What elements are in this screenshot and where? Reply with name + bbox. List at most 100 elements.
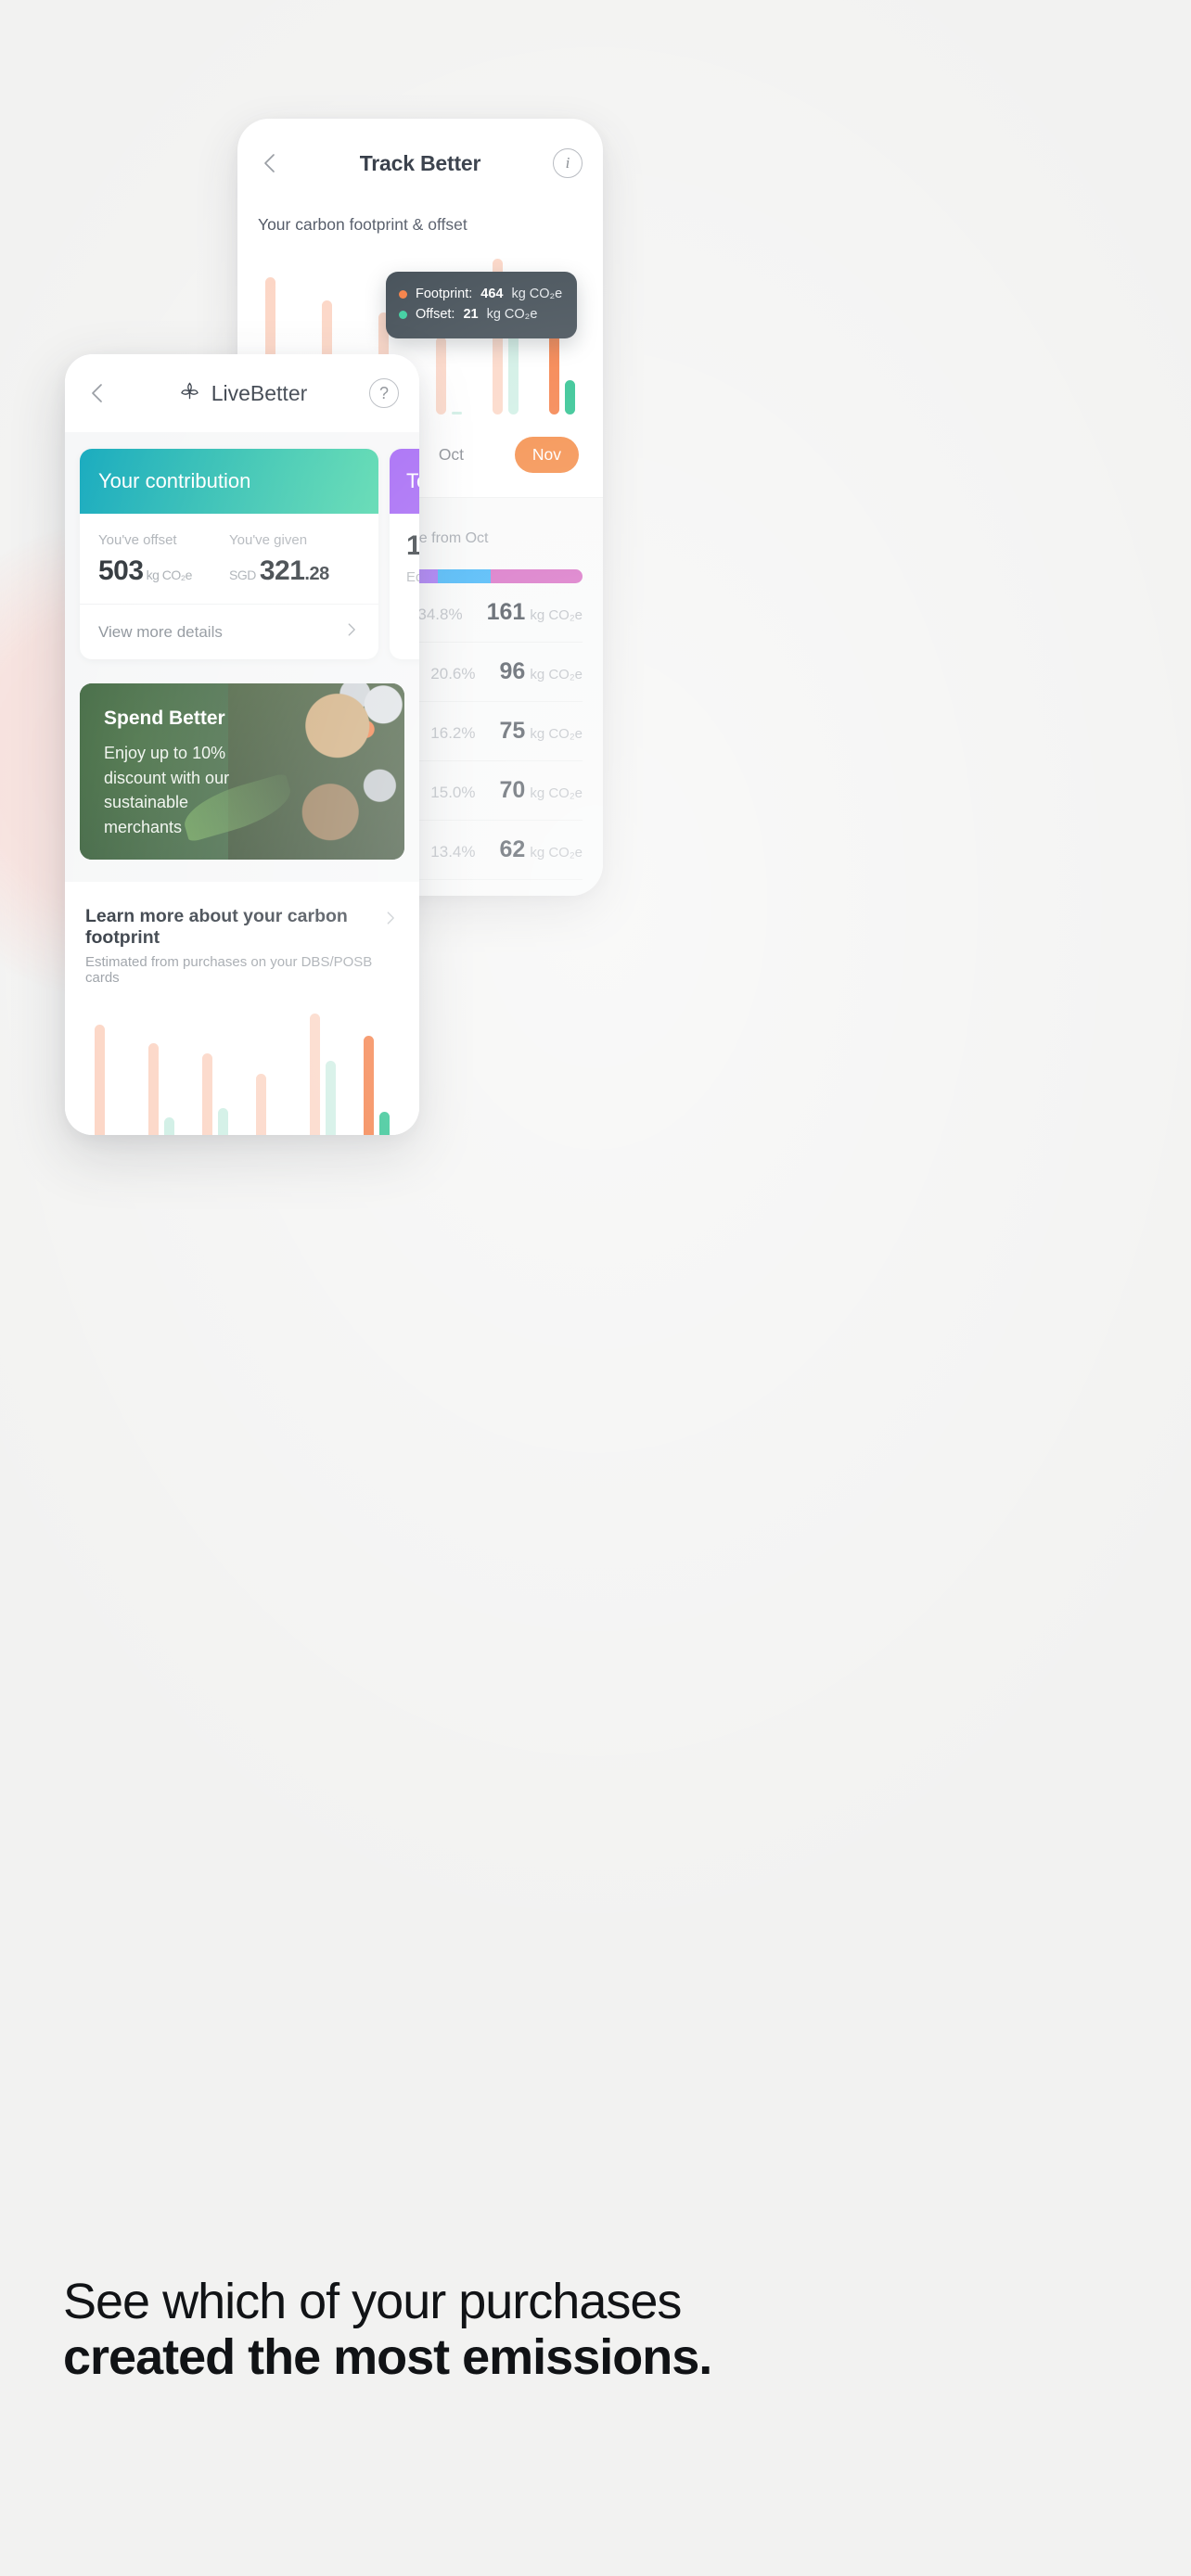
bar-footprint	[148, 1043, 159, 1135]
bar-footprint	[202, 1053, 212, 1135]
tooltip-footprint-unit: kg CO₂e	[511, 287, 563, 301]
bar-group[interactable]	[256, 1074, 282, 1135]
promo-body: Enjoy up to 10% discount with our sustai…	[104, 744, 230, 836]
bar-offset	[451, 412, 462, 414]
stat-offset: You've offset 503 kg CO₂e	[98, 532, 229, 587]
breakdown-percent: 20.6%	[430, 665, 476, 682]
breakdown-unit: kg CO₂e	[530, 607, 583, 623]
bar-footprint	[95, 1025, 105, 1135]
page-title: Track Better	[359, 150, 481, 175]
contribution-stats: You've offset 503 kg CO₂e You've given SG…	[80, 514, 378, 604]
live-better-header: LiveBetter ?	[65, 354, 419, 432]
breakdown-percent: 16.2%	[430, 724, 476, 742]
footprint-dot-icon	[399, 289, 407, 299]
tooltip-offset-row: Offset: 21 kg CO₂e	[399, 304, 562, 325]
tooltip-offset-unit: kg CO₂e	[486, 307, 538, 323]
total-card-sub: Eq	[406, 569, 419, 585]
breakdown-value: 62	[499, 836, 526, 862]
tooltip-footprint-row: Footprint: 464 kg CO₂e	[399, 284, 562, 304]
breakdown-value: 70	[499, 777, 526, 803]
promo-title: Spend Better	[104, 708, 225, 729]
leaf-sprout-icon	[177, 378, 202, 408]
bar-offset	[326, 1061, 336, 1135]
stat-given: You've given SGD 321.28	[229, 532, 360, 587]
chevron-right-icon	[382, 906, 399, 931]
bar-group[interactable]	[435, 337, 462, 414]
segment-4	[490, 569, 583, 583]
bar-footprint	[256, 1074, 266, 1135]
live-better-screen: LiveBetter ? Your contribution You've of…	[65, 354, 419, 1135]
bar-footprint	[310, 1014, 320, 1135]
breakdown-value: 161	[486, 599, 526, 625]
promo-text: Spend Better Enjoy up to 10% discount wi…	[80, 683, 270, 840]
chart-tooltip: Footprint: 464 kg CO₂e Offset: 21 kg CO₂…	[386, 272, 578, 338]
bar-group[interactable]	[202, 1053, 228, 1135]
breakdown-percent: 13.4%	[430, 843, 476, 861]
tooltip-offset-label: Offset:	[416, 307, 455, 323]
bar-group[interactable]	[148, 1043, 174, 1135]
chevron-left-icon[interactable]	[258, 151, 282, 175]
learn-more-row[interactable]: Learn more about your carbon footprint E…	[85, 906, 399, 986]
chart-bars	[85, 1014, 399, 1135]
total-card: To 1. Eq	[390, 449, 419, 659]
bar-offset	[218, 1108, 228, 1135]
summary-cards-row: Your contribution You've offset 503 kg CO…	[65, 432, 419, 659]
spend-better-promo-banner[interactable]: Spend Better Enjoy up to 10% discount wi…	[80, 683, 404, 860]
view-more-details-label: View more details	[98, 622, 223, 641]
stat-offset-label: You've offset	[98, 532, 177, 548]
bar-offset-active	[564, 380, 575, 414]
learn-more-card: Learn more about your carbon footprint E…	[65, 882, 419, 1135]
bar-group[interactable]	[310, 1014, 336, 1135]
breakdown-unit: kg CO₂e	[530, 845, 583, 861]
stat-offset-unit: kg CO₂e	[146, 567, 193, 582]
chevron-right-icon	[343, 621, 360, 643]
stat-offset-value: 503	[98, 555, 144, 586]
tooltip-offset-value: 21	[463, 307, 479, 323]
bar-footprint	[435, 337, 446, 414]
stat-given-label: You've given	[229, 532, 308, 548]
tooltip-footprint-label: Footprint:	[416, 287, 473, 301]
page-title: LiveBetter	[211, 380, 308, 405]
breakdown-percent: 15.0%	[430, 784, 476, 801]
learn-more-text: Learn more about your carbon footprint E…	[85, 906, 382, 986]
marketing-headline: See which of your purchases created the …	[63, 2274, 1130, 2386]
breakdown-value: 75	[499, 718, 526, 744]
total-card-header: To	[390, 449, 419, 514]
live-better-content[interactable]: Your contribution You've offset 503 kg CO…	[65, 432, 419, 1135]
stat-given-value: 321	[259, 555, 305, 586]
view-more-details-row[interactable]: View more details	[80, 604, 378, 659]
learn-more-title: Learn more about your carbon footprint	[85, 906, 348, 948]
bar-group[interactable]	[364, 1036, 390, 1135]
chevron-left-icon[interactable]	[85, 381, 109, 405]
bar-offset	[164, 1117, 174, 1135]
bar-offset-active	[379, 1112, 390, 1135]
stat-given-currency: SGD	[229, 567, 256, 582]
offset-dot-icon	[399, 311, 407, 320]
stat-given-decimal: .28	[304, 564, 329, 584]
breakdown-unit: kg CO₂e	[530, 667, 583, 682]
footprint-offset-chart-small: Sep Sep Sep Sep Oct Nov	[85, 1014, 399, 1135]
headline-line-2: created the most emissions.	[63, 2329, 712, 2386]
breakdown-unit: kg CO₂e	[530, 785, 583, 801]
segment-3	[437, 569, 491, 583]
learn-more-subtitle: Estimated from purchases on your DBS/POS…	[85, 954, 373, 986]
contribution-card: Your contribution You've offset 503 kg CO…	[80, 449, 378, 659]
month-tab-oct[interactable]: Oct	[431, 445, 470, 465]
stat-given-value-wrap: SGD 321.28	[229, 555, 360, 587]
live-better-brand: LiveBetter	[177, 378, 308, 408]
track-better-header: Track Better i	[237, 119, 603, 208]
total-card-body: 1. Eq	[390, 514, 419, 602]
tooltip-footprint-value: 464	[480, 287, 504, 301]
headline-line-1: See which of your purchases	[63, 2274, 682, 2329]
bar-footprint-active	[364, 1036, 374, 1135]
total-card-value: 1.	[406, 530, 419, 561]
breakdown-unit: kg CO₂e	[530, 726, 583, 742]
bar-group[interactable]	[95, 1025, 121, 1135]
month-tab-nov-selected[interactable]: Nov	[514, 437, 579, 473]
question-mark-icon[interactable]: ?	[369, 378, 399, 408]
contribution-card-header: Your contribution	[80, 449, 378, 514]
stat-offset-value-wrap: 503 kg CO₂e	[98, 555, 229, 587]
info-icon[interactable]: i	[553, 148, 583, 178]
breakdown-value: 96	[499, 658, 526, 684]
track-better-subtitle: Your carbon footprint & offset	[258, 215, 467, 234]
